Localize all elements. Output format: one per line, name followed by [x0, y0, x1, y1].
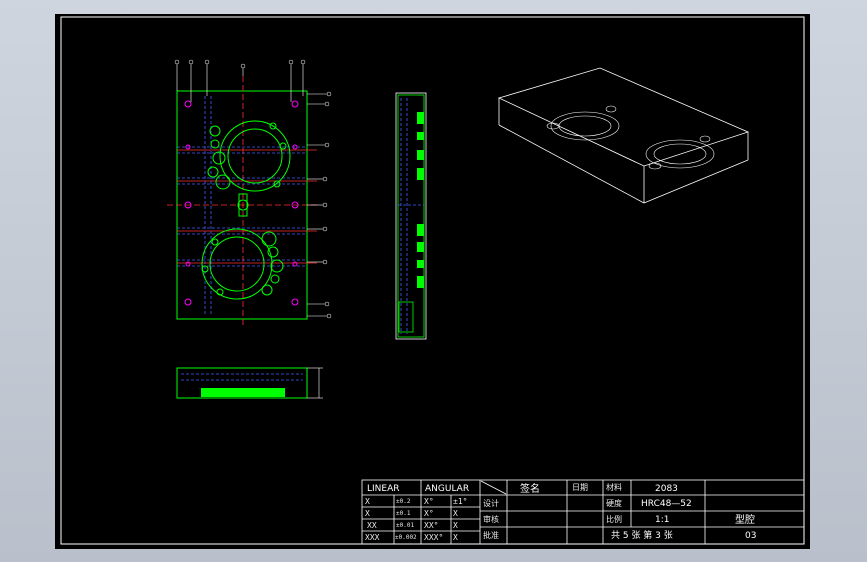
drawing-frame — [60, 16, 805, 545]
front-view[interactable] — [176, 367, 323, 399]
angular-label: ANGULAR — [425, 484, 469, 494]
tol-row-2-lin: X — [365, 509, 370, 518]
side-view[interactable] — [395, 92, 427, 340]
sign-label: 签名 — [520, 482, 540, 495]
tol-row-1-lin: X — [365, 497, 370, 506]
material-value: 2083 — [655, 484, 678, 494]
tol-row-3-ang-tol: X — [453, 521, 458, 530]
side-view-inner — [397, 94, 425, 338]
tol-row-1-ang: X° — [424, 497, 434, 506]
drawing-sheet: LINEAR ANGULAR 签名 日期 材料 2083 硬度 HRC48—52… — [60, 16, 805, 545]
scale-label: 比例 — [606, 514, 622, 524]
front-view-hidden — [181, 373, 303, 381]
leader-balloons — [174, 59, 332, 319]
scale-value: 1:1 — [655, 515, 669, 525]
lower-cavity — [201, 228, 284, 300]
approve-label: 批准 — [483, 530, 499, 540]
ejector-holes — [184, 100, 299, 306]
leader-lines — [176, 64, 327, 317]
tol-row-3-lin-tol: ±0.01 — [396, 522, 414, 529]
drawing-number: 03 — [745, 531, 756, 541]
tol-row-4-lin-tol: ±0.002 — [395, 534, 417, 541]
side-view-insert — [398, 301, 414, 333]
hardness-value: HRC48—52 — [641, 499, 692, 509]
linear-label: LINEAR — [367, 484, 400, 494]
drawing-viewport[interactable]: LINEAR ANGULAR 签名 日期 材料 2083 硬度 HRC48—52… — [55, 14, 810, 549]
tol-row-4-lin: XXX — [365, 533, 380, 542]
front-view-cavities — [201, 388, 285, 397]
tol-row-3-ang: XX° — [424, 521, 438, 530]
material-label: 材料 — [606, 482, 622, 492]
isometric-view[interactable] — [497, 67, 750, 204]
tol-row-2-ang: X° — [424, 509, 434, 518]
date-label: 日期 — [572, 483, 588, 492]
front-view-dimension — [307, 367, 323, 399]
upper-cavity — [207, 120, 291, 192]
side-view-cavities — [417, 112, 424, 288]
iso-block — [497, 67, 750, 204]
tol-row-4-ang: XXX° — [424, 533, 443, 542]
tol-row-1-ang-tol: ±1° — [453, 497, 467, 506]
tol-row-2-lin-tol: ±0.1 — [396, 510, 411, 517]
design-label: 设计 — [483, 498, 499, 508]
tol-row-3-lin: XX — [367, 521, 377, 530]
drawing-name: 型腔 — [735, 513, 755, 526]
tol-row-2-ang-tol: X — [453, 509, 458, 518]
tol-row-1-lin-tol: ±0.2 — [396, 498, 411, 505]
hardness-label: 硬度 — [606, 498, 622, 508]
top-view[interactable] — [167, 59, 332, 326]
sheets-text: 共 5 张 第 3 张 — [611, 529, 673, 541]
review-label: 审核 — [483, 514, 499, 524]
title-block[interactable]: LINEAR ANGULAR 签名 日期 材料 2083 硬度 HRC48—52… — [361, 479, 805, 545]
tol-row-4-ang-tol: X — [453, 533, 458, 542]
